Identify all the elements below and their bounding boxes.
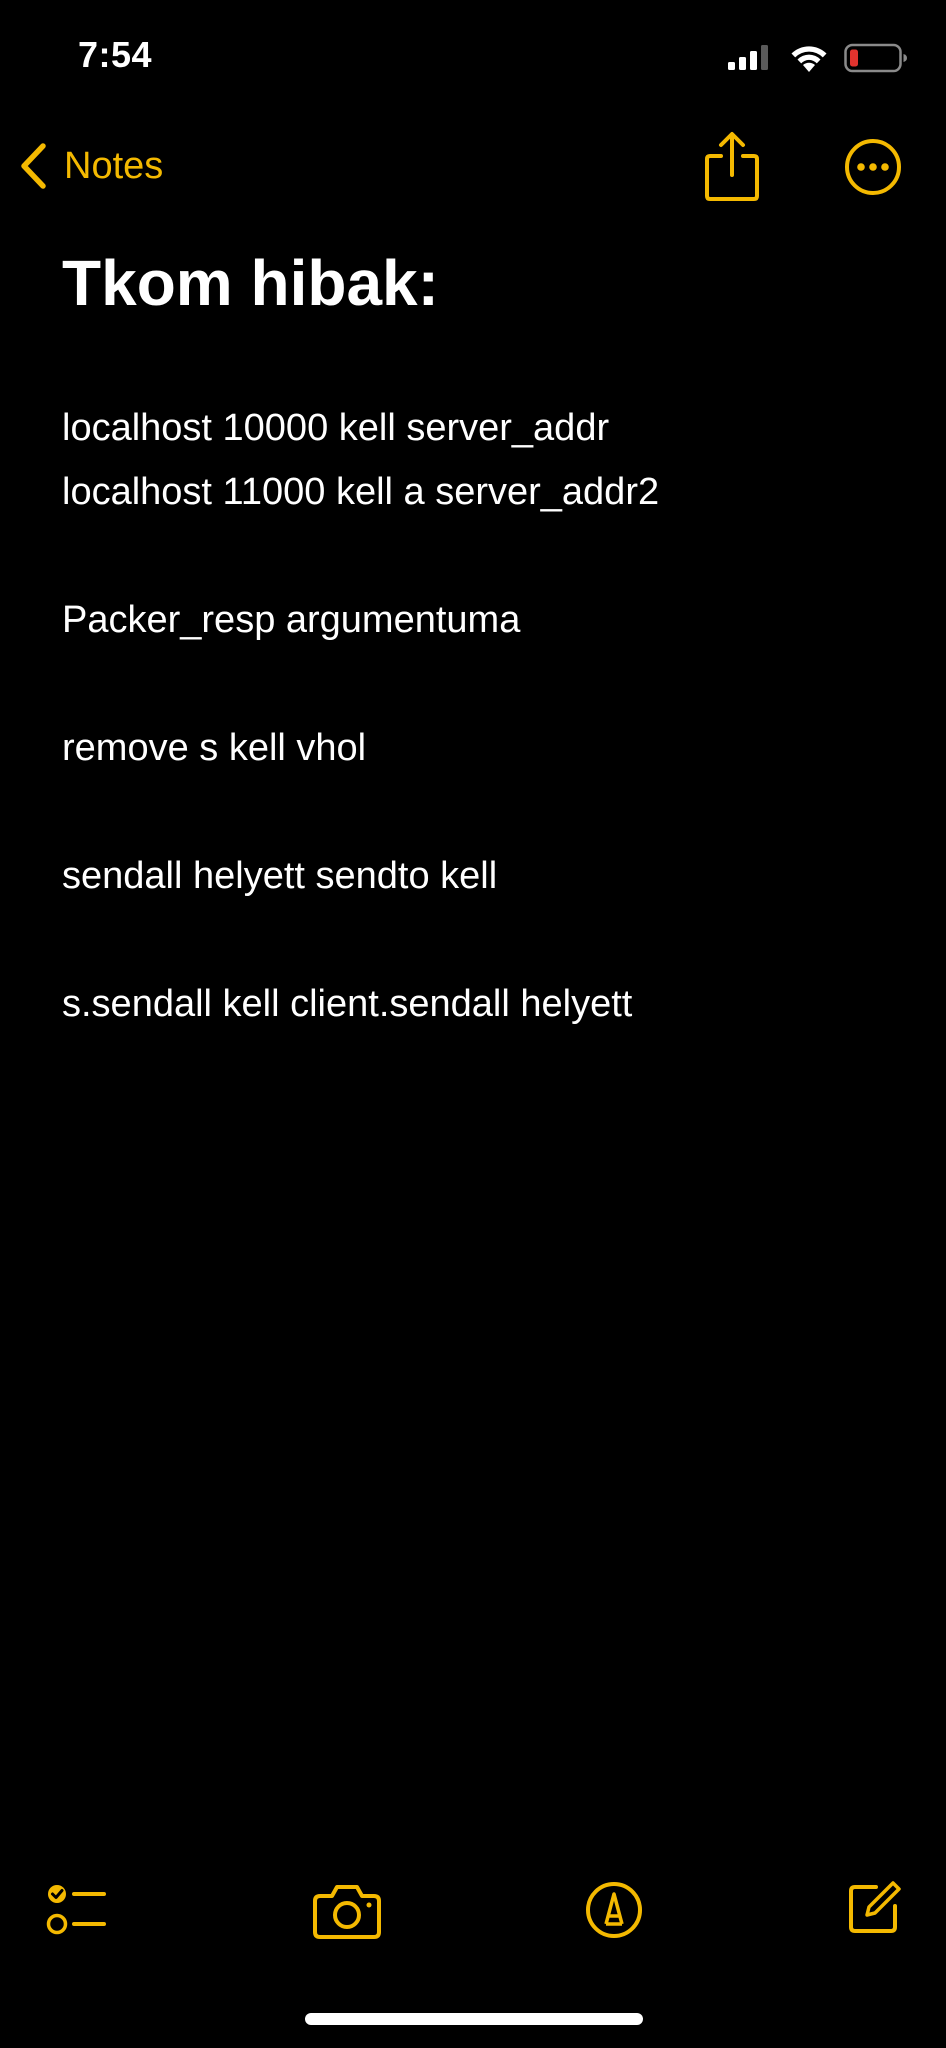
markup-pen-icon[interactable] [584,1880,644,1940]
home-indicator[interactable] [305,2013,643,2025]
battery-low-icon [844,43,907,73]
note-line[interactable]: localhost 10000 kell server_addr [62,396,902,460]
note-body[interactable]: Tkom hibak: localhost 10000 kell server_… [62,240,902,1036]
status-bar: 7:54 [0,0,946,120]
status-icons [726,40,908,76]
bottom-toolbar [0,1870,946,1950]
note-line[interactable]: s.sendall kell client.sendall helyett [62,972,902,1036]
navigation-bar: Notes [0,120,946,220]
back-button-label: Notes [64,145,164,187]
cellular-signal-icon [728,45,768,70]
back-to-notes-button[interactable]: Notes [18,142,163,190]
ellipsis-circle-icon[interactable] [843,137,903,197]
wifi-icon [791,46,827,72]
compose-icon[interactable] [846,1880,902,1936]
chevron-left-icon [21,143,46,189]
note-line[interactable]: sendall helyett sendto kell [62,844,902,908]
note-line[interactable]: localhost 11000 kell a server_addr2 [62,460,902,524]
note-title[interactable]: Tkom hibak: [62,240,902,326]
note-line[interactable]: Packer_resp argumentuma [62,588,902,652]
status-time: 7:54 [78,34,153,75]
note-line[interactable]: remove s kell vhol [62,716,902,780]
camera-icon[interactable] [312,1882,382,1940]
share-icon[interactable] [702,130,762,204]
checklist-icon[interactable] [46,1880,108,1940]
